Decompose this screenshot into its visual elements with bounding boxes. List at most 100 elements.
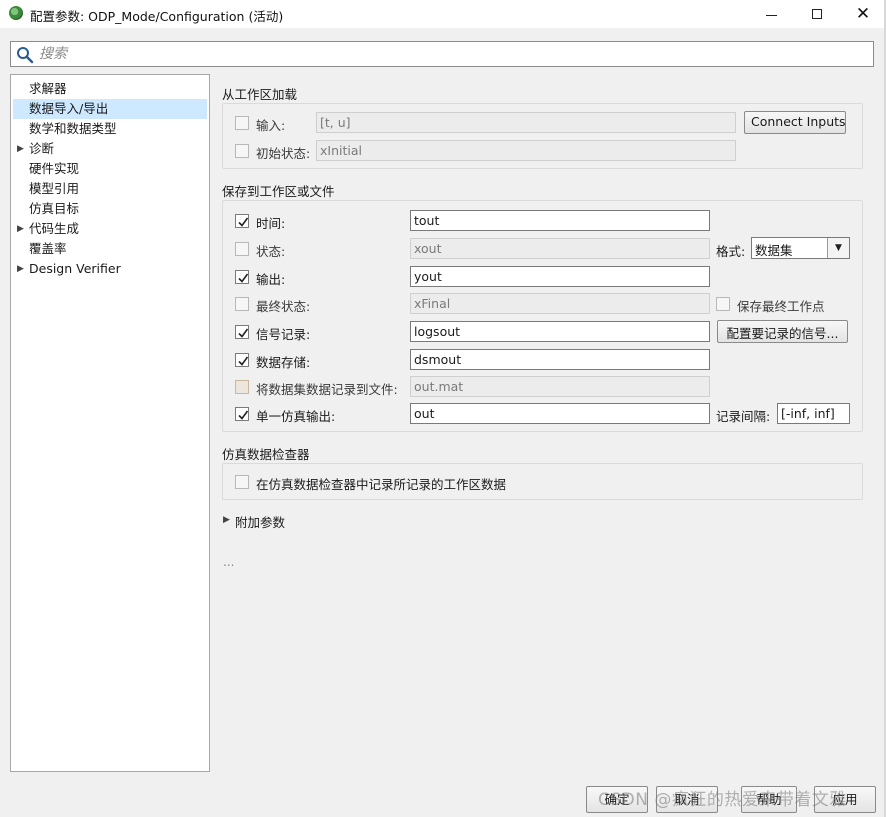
checkmark-icon	[238, 217, 249, 227]
tree-item-label: 数学和数据类型	[29, 121, 117, 136]
output-field[interactable]: yout	[410, 266, 710, 287]
configure-signals-button[interactable]: 配置要记录的信号...	[717, 320, 848, 343]
log-dataset-to-file-row: 将数据集数据记录到文件: out.mat	[223, 376, 862, 398]
tree-item-coverage[interactable]: 覆盖率	[11, 239, 209, 259]
final-states-field[interactable]: xFinal	[410, 293, 710, 314]
log-dataset-to-file-label: 将数据集数据记录到文件:	[256, 382, 398, 397]
format-value: 数据集	[755, 243, 793, 258]
final-states-row: 最终状态: xFinal 保存最终工作点	[223, 293, 862, 315]
checkmark-icon	[238, 356, 249, 366]
watermark: CSDN @疯狂的热爱来带着文雅	[598, 790, 847, 810]
time-label: 时间:	[256, 216, 286, 231]
maximize-icon	[812, 9, 822, 19]
ellipsis: ...	[223, 555, 235, 569]
save-section-title: 保存到工作区或文件	[222, 184, 335, 199]
states-label: 状态:	[256, 244, 286, 259]
save-group: 时间: tout 状态: xout 格式: 数据集 ▼ 输出: yout 最终状…	[222, 200, 863, 432]
tree-item-code-generation[interactable]: ▶ 代码生成	[11, 219, 209, 239]
tree-item-label: 数据导入/导出	[29, 101, 109, 116]
window-title: 配置参数: ODP_Mode/Configuration (活动)	[30, 9, 284, 24]
expand-arrow-icon[interactable]: ▶	[223, 515, 230, 525]
data-stores-label: 数据存储:	[256, 355, 311, 370]
data-stores-field[interactable]: dsmout	[410, 349, 710, 370]
save-final-operating-point-checkbox[interactable]	[716, 297, 730, 311]
output-label: 输出:	[256, 272, 286, 287]
load-group: 输入: [t, u] Connect Inputs 初始状态: xInitial	[222, 103, 863, 169]
signal-logging-field[interactable]: logsout	[410, 321, 710, 342]
dropdown-arrow-icon[interactable]: ▼	[827, 238, 849, 258]
save-final-operating-point-label: 保存最终工作点	[737, 299, 825, 314]
initial-state-field[interactable]: xInitial	[316, 140, 736, 161]
tree-item-label: 仿真目标	[29, 201, 80, 216]
expand-arrow-icon[interactable]: ▶	[17, 219, 24, 239]
single-sim-output-checkbox[interactable]	[235, 407, 249, 421]
input-row: 输入: [t, u] Connect Inputs	[223, 111, 862, 134]
input-field[interactable]: [t, u]	[316, 112, 736, 133]
search-input[interactable]	[39, 44, 859, 64]
output-checkbox[interactable]	[235, 270, 249, 284]
tree-item-diagnostics[interactable]: ▶ 诊断	[11, 139, 209, 159]
tree-item-label: 代码生成	[29, 221, 80, 236]
tree-item-solver[interactable]: 求解器	[11, 79, 209, 99]
states-field[interactable]: xout	[410, 238, 710, 259]
tree-item-model-referencing[interactable]: 模型引用	[11, 179, 209, 199]
search-box[interactable]	[10, 41, 874, 67]
search-icon	[17, 47, 34, 64]
log-dataset-to-file-checkbox[interactable]	[235, 380, 249, 394]
tree-item-label: 覆盖率	[29, 241, 67, 256]
close-icon: ✕	[855, 3, 871, 24]
input-checkbox[interactable]	[235, 116, 249, 130]
title-bar: 配置参数: ODP_Mode/Configuration (活动) ✕	[0, 0, 886, 28]
tree-item-label: 求解器	[29, 81, 67, 96]
tree-item-label: 硬件实现	[29, 161, 80, 176]
tree-item-label: 诊断	[29, 141, 55, 156]
minimize-button[interactable]	[748, 0, 794, 28]
initial-state-row: 初始状态: xInitial	[223, 140, 862, 162]
minimize-icon	[765, 14, 777, 16]
data-stores-checkbox[interactable]	[235, 353, 249, 367]
format-label: 格式:	[716, 244, 746, 259]
tree-item-design-verifier[interactable]: ▶ Design Verifier	[11, 259, 209, 279]
single-sim-output-field[interactable]: out	[410, 403, 710, 424]
checkmark-icon	[238, 273, 249, 283]
checkmark-icon	[238, 328, 249, 338]
tree-item-math-data-types[interactable]: 数学和数据类型	[11, 119, 209, 139]
maximize-button[interactable]	[794, 0, 840, 28]
states-checkbox[interactable]	[235, 242, 249, 256]
initial-state-label: 初始状态:	[256, 146, 311, 161]
tree-item-label: 模型引用	[29, 181, 80, 196]
expand-arrow-icon[interactable]: ▶	[17, 139, 24, 159]
sdi-group: 在仿真数据检查器中记录所记录的工作区数据	[222, 463, 863, 500]
category-tree: 求解器 数据导入/导出 数学和数据类型 ▶ 诊断 硬件实现 模型引用 仿真目标 ▶…	[10, 74, 210, 772]
output-row: 输出: yout	[223, 266, 862, 288]
logging-interval-label: 记录间隔:	[716, 409, 771, 424]
signal-logging-label: 信号记录:	[256, 327, 311, 342]
final-states-checkbox[interactable]	[235, 297, 249, 311]
single-sim-output-label: 单一仿真输出:	[256, 409, 336, 424]
sdi-record-checkbox[interactable]	[235, 475, 249, 489]
input-label: 输入:	[256, 118, 286, 133]
sdi-section-title: 仿真数据检查器	[222, 447, 310, 462]
time-checkbox[interactable]	[235, 214, 249, 228]
tree-item-hardware-implementation[interactable]: 硬件实现	[11, 159, 209, 179]
close-button[interactable]: ✕	[840, 0, 886, 28]
data-stores-row: 数据存储: dsmout	[223, 349, 862, 371]
logging-interval-field[interactable]: [-inf, inf]	[777, 403, 850, 424]
tree-item-simulation-target[interactable]: 仿真目标	[11, 199, 209, 219]
sdi-record-label: 在仿真数据检查器中记录所记录的工作区数据	[256, 477, 507, 492]
tree-item-data-import-export[interactable]: 数据导入/导出	[13, 99, 207, 119]
connect-inputs-button[interactable]: Connect Inputs	[744, 111, 846, 134]
time-field[interactable]: tout	[410, 210, 710, 231]
load-section-title: 从工作区加载	[222, 87, 298, 102]
log-dataset-to-file-field[interactable]: out.mat	[410, 376, 710, 397]
signal-logging-row: 信号记录: logsout 配置要记录的信号...	[223, 320, 862, 343]
initial-state-checkbox[interactable]	[235, 144, 249, 158]
time-row: 时间: tout	[223, 210, 862, 232]
expand-arrow-icon[interactable]: ▶	[17, 259, 24, 279]
tree-item-label: Design Verifier	[29, 261, 121, 276]
signal-logging-checkbox[interactable]	[235, 325, 249, 339]
final-states-label: 最终状态:	[256, 299, 311, 314]
states-row: 状态: xout 格式: 数据集 ▼	[223, 237, 862, 260]
format-select[interactable]: 数据集 ▼	[751, 237, 850, 259]
additional-params-toggle[interactable]: 附加参数	[235, 512, 285, 531]
